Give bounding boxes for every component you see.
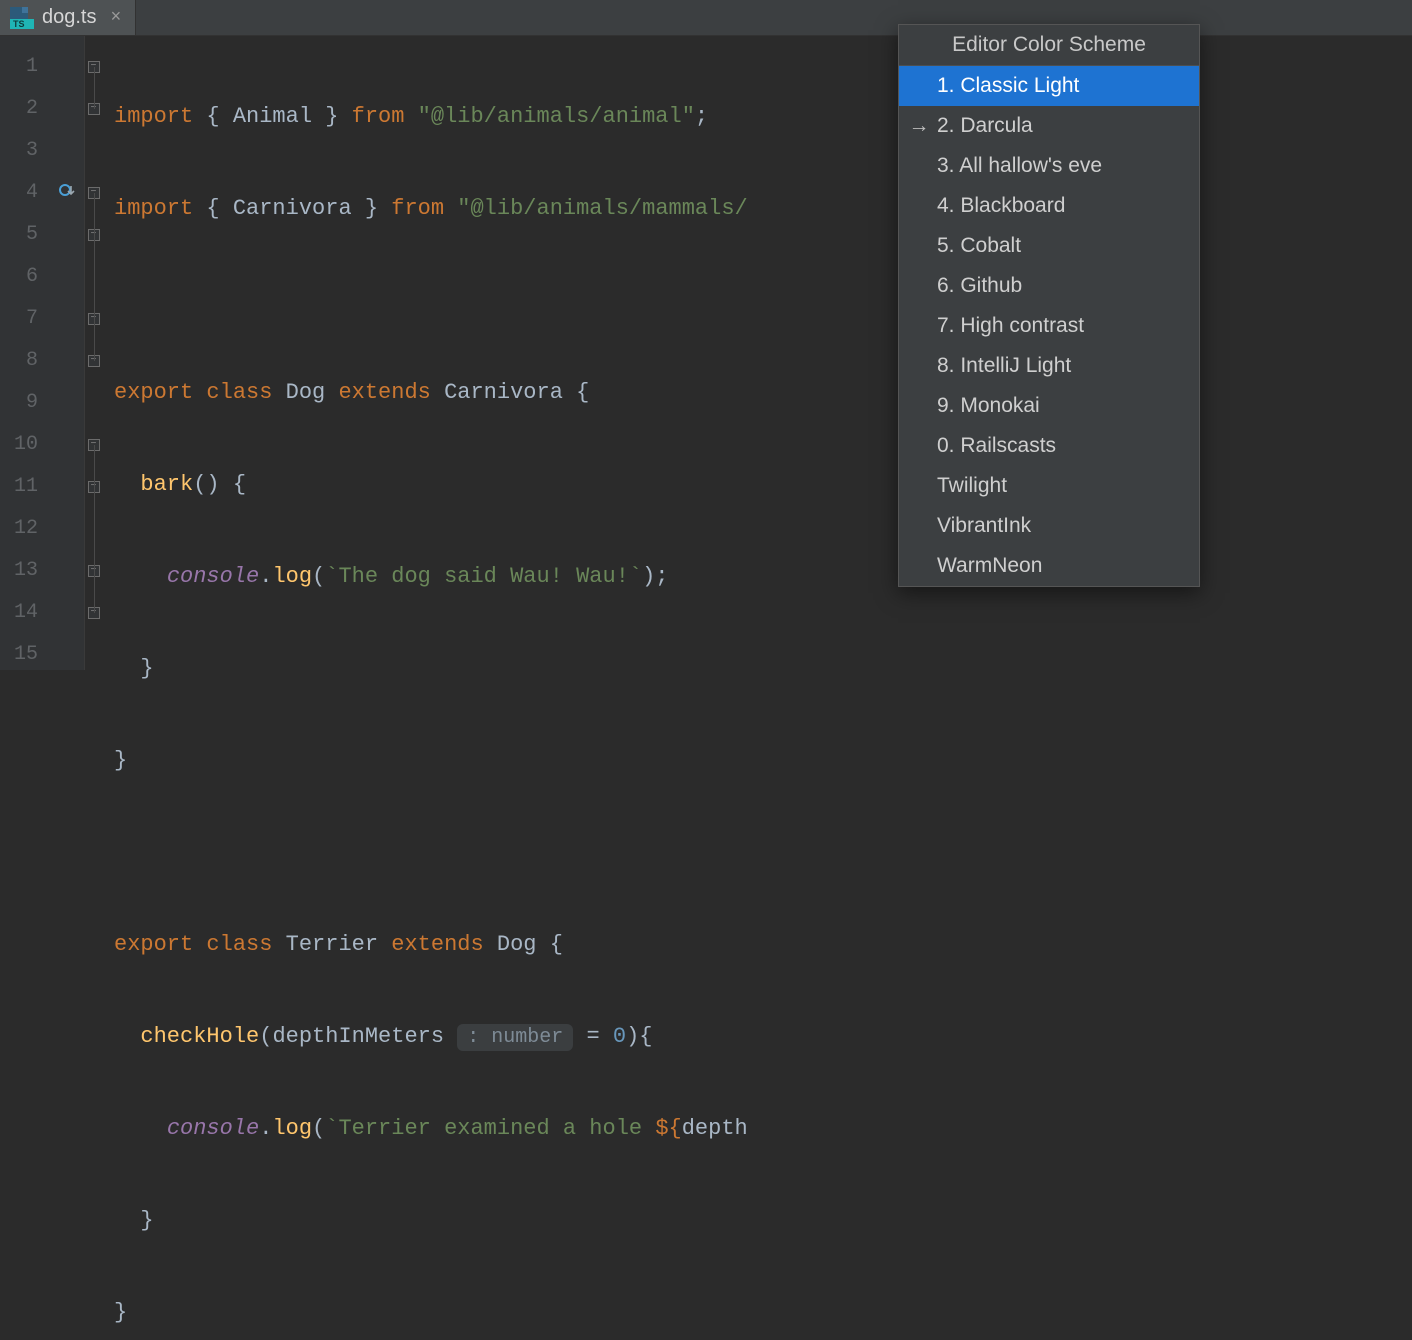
- gutter-mark: [50, 46, 84, 88]
- gutter-mark: [50, 508, 84, 550]
- code-line: [114, 832, 748, 874]
- color-scheme-item-label: 7. High contrast: [937, 314, 1084, 338]
- gutter-marks: [50, 36, 84, 670]
- color-scheme-item-label: 1. Classic Light: [937, 74, 1079, 98]
- inlay-type-hint: : number: [457, 1024, 573, 1051]
- line-number: 12: [0, 508, 50, 550]
- line-number: 2: [0, 88, 50, 130]
- code-line: bark() {: [114, 464, 748, 506]
- gutter-mark: [50, 466, 84, 508]
- color-scheme-item[interactable]: 8. IntelliJ Light: [899, 346, 1199, 386]
- code-line: console.log(`The dog said Wau! Wau!`);: [114, 556, 748, 598]
- color-scheme-item[interactable]: 9. Monokai: [899, 386, 1199, 426]
- color-scheme-item-label: 8. IntelliJ Light: [937, 354, 1071, 378]
- typescript-file-icon: TS: [10, 7, 34, 29]
- color-scheme-item[interactable]: Twilight: [899, 466, 1199, 506]
- color-scheme-item-label: 0. Railscasts: [937, 434, 1056, 458]
- svg-text:TS: TS: [13, 19, 25, 29]
- popup-title: Editor Color Scheme: [899, 25, 1199, 66]
- override-gutter-icon[interactable]: [50, 172, 84, 214]
- code-line: }: [114, 740, 748, 782]
- file-tab-label: dog.ts: [42, 6, 96, 29]
- gutter-mark: [50, 550, 84, 592]
- color-scheme-item[interactable]: 7. High contrast: [899, 306, 1199, 346]
- line-number: 7: [0, 298, 50, 340]
- color-scheme-item[interactable]: 3. All hallow's eve: [899, 146, 1199, 186]
- code-line: [114, 280, 748, 322]
- fold-column: − − − − − − − − − −: [84, 36, 102, 670]
- code-line: }: [114, 1292, 748, 1334]
- code-line: checkHole(depthInMeters : number = 0){: [114, 1016, 748, 1058]
- close-icon[interactable]: ×: [110, 8, 121, 28]
- code-area[interactable]: import { Animal } from "@lib/animals/ani…: [102, 36, 748, 670]
- line-number-gutter: 1 2 3 4 5 6 7 8 9 10 11 12 13 14 15: [0, 36, 50, 670]
- line-number: 11: [0, 466, 50, 508]
- gutter-mark: [50, 424, 84, 466]
- code-line: import { Animal } from "@lib/animals/ani…: [114, 96, 748, 138]
- gutter-mark: [50, 592, 84, 634]
- code-line: console.log(`Terrier examined a hole ${d…: [114, 1108, 748, 1150]
- color-scheme-item-label: 4. Blackboard: [937, 194, 1065, 218]
- line-number: 1: [0, 46, 50, 88]
- color-scheme-item[interactable]: 6. Github: [899, 266, 1199, 306]
- color-scheme-item[interactable]: VibrantInk: [899, 506, 1199, 546]
- line-number: 6: [0, 256, 50, 298]
- gutter-mark: [50, 298, 84, 340]
- line-number: 3: [0, 130, 50, 172]
- code-line: }: [114, 1200, 748, 1242]
- line-number: 14: [0, 592, 50, 634]
- color-scheme-popup: Editor Color Scheme 1. Classic Light→2. …: [898, 24, 1200, 587]
- color-scheme-item-label: 9. Monokai: [937, 394, 1040, 418]
- line-number: 4: [0, 172, 50, 214]
- tab-bar: TS dog.ts ×: [0, 0, 1412, 36]
- color-scheme-item-label: Twilight: [937, 474, 1007, 498]
- color-scheme-item-label: VibrantInk: [937, 514, 1031, 538]
- color-scheme-item-label: 5. Cobalt: [937, 234, 1021, 258]
- color-scheme-item-label: 6. Github: [937, 274, 1022, 298]
- color-scheme-item[interactable]: 0. Railscasts: [899, 426, 1199, 466]
- line-number: 13: [0, 550, 50, 592]
- line-number: 5: [0, 214, 50, 256]
- color-scheme-item[interactable]: 5. Cobalt: [899, 226, 1199, 266]
- line-number: 8: [0, 340, 50, 382]
- gutter-mark: [50, 130, 84, 172]
- code-line: }: [114, 648, 748, 690]
- line-number: 10: [0, 424, 50, 466]
- color-scheme-item-label: WarmNeon: [937, 554, 1042, 578]
- gutter-mark: [50, 214, 84, 256]
- gutter-mark: [50, 88, 84, 130]
- color-scheme-item-label: 2. Darcula: [937, 114, 1033, 138]
- gutter-mark: [50, 256, 84, 298]
- file-tab[interactable]: TS dog.ts ×: [0, 0, 136, 35]
- color-scheme-item[interactable]: 1. Classic Light: [899, 66, 1199, 106]
- gutter-mark: [50, 382, 84, 424]
- color-scheme-item[interactable]: →2. Darcula: [899, 106, 1199, 146]
- color-scheme-item-label: 3. All hallow's eve: [937, 154, 1102, 178]
- code-line: import { Carnivora } from "@lib/animals/…: [114, 188, 748, 230]
- code-line: export class Dog extends Carnivora {: [114, 372, 748, 414]
- line-number: 9: [0, 382, 50, 424]
- gutter-mark: [50, 340, 84, 382]
- code-line: export class Terrier extends Dog {: [114, 924, 748, 966]
- color-scheme-item[interactable]: WarmNeon: [899, 546, 1199, 586]
- editor-area: 1 2 3 4 5 6 7 8 9 10 11 12 13 14 15: [0, 36, 1412, 670]
- current-scheme-arrow-icon: →: [907, 114, 931, 138]
- color-scheme-item[interactable]: 4. Blackboard: [899, 186, 1199, 226]
